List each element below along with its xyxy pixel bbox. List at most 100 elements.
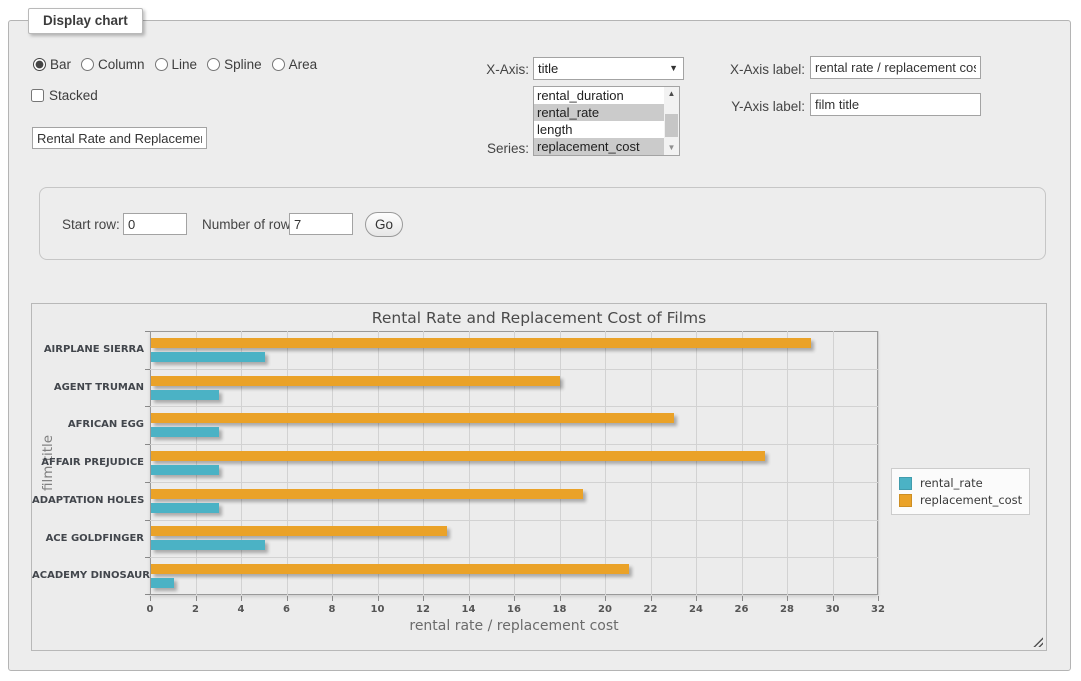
x-tick-mark: [787, 596, 788, 601]
x-axis-select-wrap: title ▼: [533, 57, 684, 80]
y-axis-label: ADAPTATION HOLES: [32, 482, 144, 520]
go-button[interactable]: Go: [365, 212, 403, 237]
x-tick-mark: [514, 596, 515, 601]
bar-replacement_cost: [151, 564, 629, 574]
gridline-vertical: [651, 331, 652, 595]
series-listbox-scrollbar[interactable]: ▲ ▼: [664, 87, 679, 155]
chart-type-option-column[interactable]: Column: [81, 57, 145, 72]
gridline-vertical: [833, 331, 834, 595]
gridline-vertical: [878, 331, 879, 595]
x-axis-select-label: X-Axis:: [439, 62, 529, 77]
x-tick-mark: [150, 596, 151, 601]
y-axis-label: ACADEMY DINOSAUR: [32, 557, 144, 595]
legend-item: replacement_cost: [899, 493, 1022, 507]
rows-panel: Start row: Number of rows: Go: [39, 187, 1046, 260]
gridline-vertical: [787, 331, 788, 595]
scrollbar-thumb[interactable]: [665, 114, 678, 137]
bar-replacement_cost: [151, 451, 765, 461]
bar-rental_rate: [151, 352, 265, 362]
gridline-vertical: [241, 331, 242, 595]
chart-x-axis-title: rental rate / replacement cost: [150, 618, 878, 634]
y-axis-label: AFFAIR PREJUDICE: [32, 444, 144, 482]
y-axis-label: AFRICAN EGG: [32, 406, 144, 444]
gridline-horizontal: [150, 520, 878, 521]
series-select-label: Series:: [439, 141, 529, 156]
gridline-horizontal: [150, 369, 878, 370]
chart-type-radio[interactable]: [207, 58, 220, 71]
chart-type-label: Spline: [224, 57, 262, 72]
gridline-vertical: [332, 331, 333, 595]
gridline-horizontal: [150, 406, 878, 407]
series-option[interactable]: replacement_cost: [534, 138, 664, 155]
x-tick-mark: [423, 596, 424, 601]
series-option[interactable]: rental_rate: [534, 104, 664, 121]
legend-item: rental_rate: [899, 476, 1022, 490]
x-tick-label: 30: [826, 604, 840, 615]
chart-container: Rental Rate and Replacement Cost of Film…: [31, 303, 1047, 651]
plot-area: [150, 331, 878, 595]
chart-type-radio[interactable]: [33, 58, 46, 71]
series-option[interactable]: rental_duration: [534, 87, 664, 104]
x-tick-label: 6: [283, 604, 290, 615]
gridline-vertical: [287, 331, 288, 595]
number-of-rows-label: Number of rows:: [202, 217, 301, 232]
x-tick-label: 0: [147, 604, 154, 615]
bar-rental_rate: [151, 427, 219, 437]
legend-label: replacement_cost: [920, 493, 1022, 507]
stacked-checkbox[interactable]: [31, 89, 44, 102]
chart-type-radio[interactable]: [272, 58, 285, 71]
x-tick-label: 12: [416, 604, 430, 615]
x-tick-label: 16: [507, 604, 521, 615]
scroll-up-icon[interactable]: ▲: [664, 87, 679, 101]
bar-replacement_cost: [151, 376, 560, 386]
chart-type-label: Column: [98, 57, 145, 72]
y-axis-label: AIRPLANE SIERRA: [32, 331, 144, 369]
x-tick-label: 22: [644, 604, 658, 615]
series-option[interactable]: length: [534, 121, 664, 138]
x-tick-mark: [241, 596, 242, 601]
chart-type-option-area[interactable]: Area: [272, 57, 318, 72]
stacked-checkbox-row[interactable]: Stacked: [31, 88, 98, 103]
y-axis-labels: AIRPLANE SIERRAAGENT TRUMANAFRICAN EGGAF…: [32, 331, 144, 595]
x-tick-label: 10: [371, 604, 385, 615]
gridline-vertical: [696, 331, 697, 595]
series-listbox[interactable]: rental_durationrental_ratelengthreplacem…: [533, 86, 680, 156]
start-row-label: Start row:: [62, 217, 120, 232]
x-tick-mark: [287, 596, 288, 601]
resize-handle-icon[interactable]: [1033, 637, 1043, 647]
chart-legend: rental_rate replacement_cost: [891, 468, 1030, 515]
chart-type-option-line[interactable]: Line: [155, 57, 198, 72]
x-axis-select[interactable]: title: [533, 57, 684, 80]
scroll-down-icon[interactable]: ▼: [664, 141, 679, 155]
gridline-vertical: [196, 331, 197, 595]
stacked-label: Stacked: [49, 88, 98, 103]
x-tick-label: 14: [462, 604, 476, 615]
x-tick-mark: [833, 596, 834, 601]
y-axis-label-input[interactable]: [810, 93, 981, 116]
x-tick-label: 4: [238, 604, 245, 615]
gridline-horizontal: [150, 444, 878, 445]
start-row-input[interactable]: [123, 213, 187, 235]
chart-title-input[interactable]: [32, 127, 207, 149]
gridline-vertical: [605, 331, 606, 595]
y-axis-label-label: Y-Axis label:: [704, 99, 805, 114]
gridline-vertical: [514, 331, 515, 595]
number-of-rows-input[interactable]: [289, 213, 353, 235]
x-tick-label: 24: [689, 604, 703, 615]
x-tick-label: 28: [780, 604, 794, 615]
gridline-vertical: [469, 331, 470, 595]
chart-type-label: Area: [289, 57, 318, 72]
x-tick-mark: [742, 596, 743, 601]
x-tick-label: 8: [329, 604, 336, 615]
display-chart-panel: BarColumnLineSplineArea Stacked X-Axis: …: [8, 20, 1071, 671]
x-axis-ticks: [150, 595, 878, 601]
chart-type-option-bar[interactable]: Bar: [33, 57, 71, 72]
legend-swatch-replacement_cost: [899, 494, 912, 507]
x-tick-mark: [196, 596, 197, 601]
x-axis-label-input[interactable]: [810, 56, 981, 79]
x-axis-labels: 02468101214161820222426283032: [150, 604, 878, 616]
bar-replacement_cost: [151, 413, 674, 423]
chart-type-radio[interactable]: [81, 58, 94, 71]
chart-type-option-spline[interactable]: Spline: [207, 57, 262, 72]
chart-type-radio[interactable]: [155, 58, 168, 71]
